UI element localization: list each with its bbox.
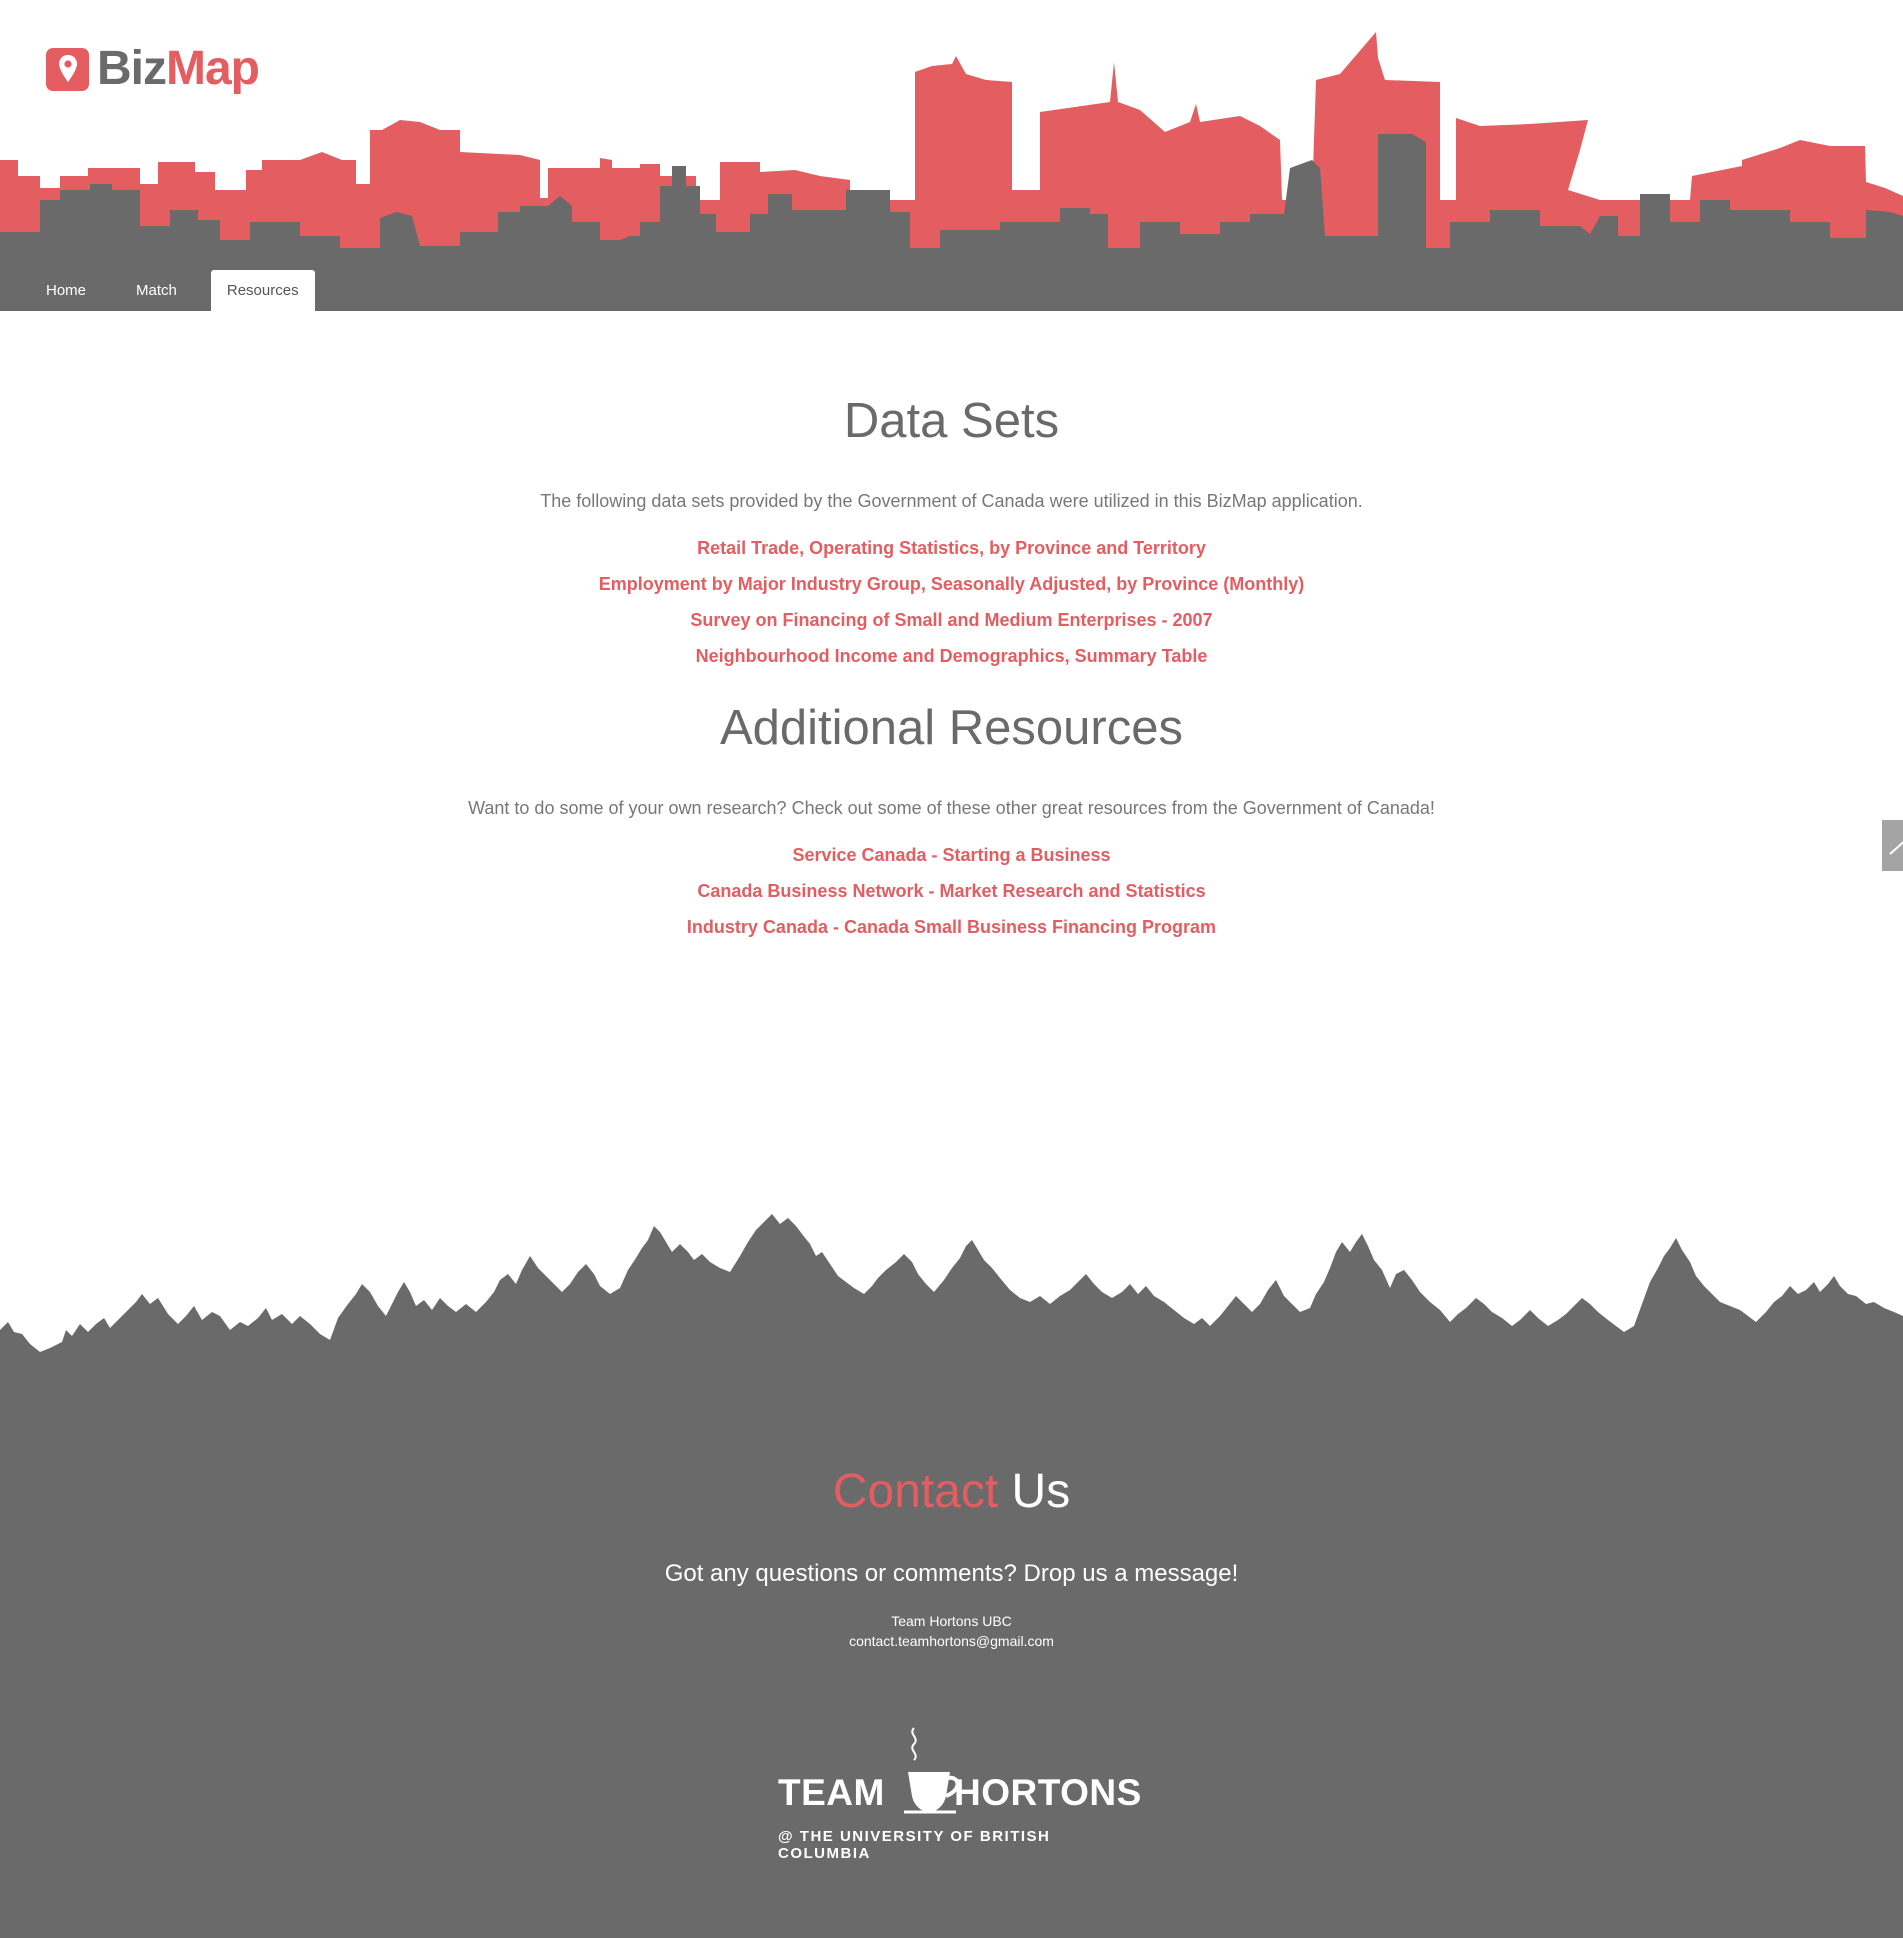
additional-resources-description: Want to do some of your own research? Ch… [468,798,1435,818]
team-hortons-logo: TEAM HORTONS @ THE UNIVERSITY OF BRITISH… [776,1724,1141,1862]
contact-info: Team Hortons UBC contact.teamhortons@gma… [0,1611,1903,1651]
data-set-link-employment[interactable]: Employment by Major Industry Group, Seas… [0,566,1903,602]
site-header: BizMap Home Match Resources [0,0,1903,311]
city-skyline-illustration [0,32,1903,311]
tab-resources[interactable]: Resources [210,270,315,311]
data-set-link-neighbourhood-income[interactable]: Neighbourhood Income and Demographics, S… [0,638,1903,674]
contact-email[interactable]: contact.teamhortons@gmail.com [0,1631,1903,1651]
data-sets-links: Retail Trade, Operating Statistics, by P… [0,530,1903,674]
scroll-to-top-button[interactable] [1882,820,1903,871]
contact-subtitle: Got any questions or comments? Drop us a… [664,1560,1239,1587]
resource-link-service-canada[interactable]: Service Canada - Starting a Business [0,837,1903,873]
data-sets-description: The following data sets provided by the … [540,491,1363,511]
data-set-link-sme-financing[interactable]: Survey on Financing of Small and Medium … [0,602,1903,638]
bizmap-logo[interactable]: BizMap [46,42,260,95]
map-pin-icon [46,47,89,91]
data-set-link-retail-trade[interactable]: Retail Trade, Operating Statistics, by P… [0,530,1903,566]
additional-resources-title: Additional Resources [719,701,1184,755]
logo-wordmark: BizMap [97,42,260,95]
tab-match[interactable]: Match [120,270,193,311]
team-logo-university: @ THE UNIVERSITY OF BRITISH COLUMBIA [778,1828,1051,1862]
site-footer: Contact Us Got any questions or comments… [0,1212,1903,1938]
contact-title-accent: Contact [832,1465,999,1518]
contact-title: Contact Us [0,1464,1903,1519]
resource-link-canada-business-network[interactable]: Canada Business Network - Market Researc… [0,873,1903,909]
contact-title-rest: Us [1011,1465,1071,1518]
contact-team-name: Team Hortons UBC [891,1613,1012,1629]
team-logo-right: HORTONS [954,1772,1142,1813]
tab-home[interactable]: Home [30,270,102,311]
team-logo-left: TEAM [778,1772,885,1813]
chevron-up-icon [1889,840,1903,855]
main-nav: Home Match Resources [30,270,333,311]
logo-biz-text: Biz [97,42,167,95]
logo-map-text: Map [166,42,260,95]
data-sets-title: Data Sets [843,394,1060,448]
resource-link-industry-canada[interactable]: Industry Canada - Canada Small Business … [0,909,1903,945]
additional-resources-links: Service Canada - Starting a Business Can… [0,837,1903,945]
